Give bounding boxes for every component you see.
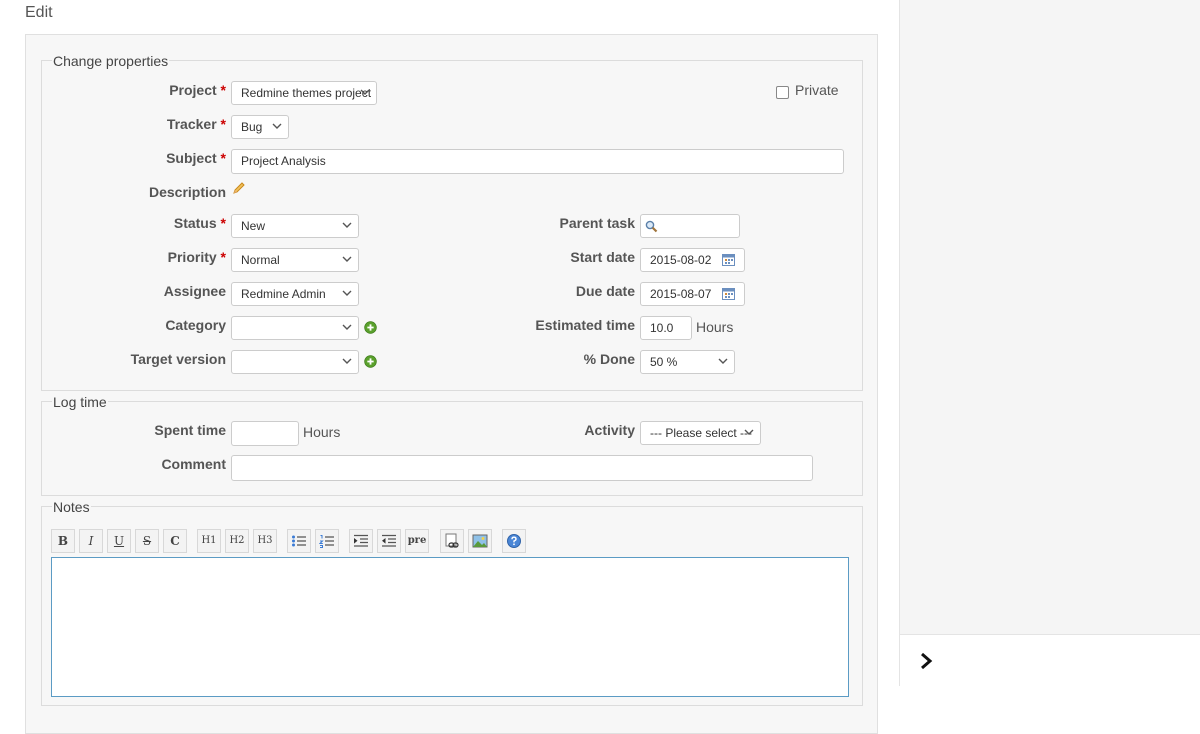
private-checkbox[interactable] xyxy=(776,86,789,99)
chevron-down-icon xyxy=(342,324,352,330)
indent-icon xyxy=(354,534,368,547)
chevron-down-icon xyxy=(342,358,352,364)
unordered-list-button[interactable] xyxy=(287,529,311,553)
outdent-icon xyxy=(382,534,396,547)
done-ratio-label: % Done xyxy=(583,351,635,367)
chevron-right-icon[interactable] xyxy=(919,652,933,670)
tracker-label: Tracker * xyxy=(166,116,226,132)
log-time-legend: Log time xyxy=(52,394,108,410)
chevron-down-icon xyxy=(342,290,352,296)
properties-legend: Change properties xyxy=(52,53,170,69)
status-select[interactable]: New xyxy=(231,214,359,238)
comment-input[interactable] xyxy=(231,455,813,481)
indent-button[interactable] xyxy=(349,529,373,553)
chevron-down-icon xyxy=(718,358,728,364)
spent-time-input[interactable] xyxy=(231,421,299,446)
parent-task-input[interactable] xyxy=(640,214,740,238)
assignee-select[interactable]: Redmine Admin xyxy=(231,282,359,306)
assignee-label: Assignee xyxy=(163,283,226,299)
tracker-select[interactable]: Bug xyxy=(231,115,289,139)
link-button[interactable] xyxy=(440,529,464,553)
status-label: Status * xyxy=(173,215,226,231)
bullet-list-icon xyxy=(292,535,306,547)
ordered-list-button[interactable] xyxy=(315,529,339,553)
project-label: Project * xyxy=(169,82,226,98)
subject-input[interactable]: Project Analysis xyxy=(231,149,844,174)
category-select[interactable] xyxy=(231,316,359,340)
category-label: Category xyxy=(165,317,226,333)
spent-time-label: Spent time xyxy=(154,422,226,438)
spent-time-unit: Hours xyxy=(303,424,341,440)
due-date-label: Due date xyxy=(575,283,635,299)
estimated-time-input[interactable]: 10.0 xyxy=(640,316,692,340)
heading1-button[interactable]: H1 xyxy=(197,529,221,553)
page-title: Edit xyxy=(25,4,53,21)
strikethrough-button[interactable]: S xyxy=(135,529,159,553)
target-version-label: Target version xyxy=(130,351,226,367)
chevron-down-icon xyxy=(342,256,352,262)
heading3-button[interactable]: H3 xyxy=(253,529,277,553)
done-ratio-select[interactable]: 50 % xyxy=(640,350,735,374)
private-label: Private xyxy=(795,82,839,98)
notes-legend: Notes xyxy=(52,499,91,515)
heading2-button[interactable]: H2 xyxy=(225,529,249,553)
start-date-label: Start date xyxy=(570,249,635,265)
link-icon xyxy=(445,533,459,548)
calendar-icon[interactable] xyxy=(722,288,735,300)
estimated-time-unit: Hours xyxy=(696,319,734,335)
sidebar xyxy=(899,0,1200,686)
target-version-select[interactable] xyxy=(231,350,359,374)
chevron-down-icon xyxy=(360,89,370,95)
chevron-down-icon xyxy=(342,222,352,228)
underline-button[interactable]: U xyxy=(107,529,131,553)
add-category-icon[interactable] xyxy=(364,321,377,334)
description-label: Description xyxy=(148,184,226,200)
italic-button[interactable]: I xyxy=(79,529,103,553)
due-date-input[interactable]: 2015-08-07 xyxy=(640,282,745,306)
start-date-input[interactable]: 2015-08-02 xyxy=(640,248,745,272)
parent-task-label: Parent task xyxy=(559,215,635,231)
activity-select[interactable]: --- Please select --- xyxy=(640,421,761,445)
numbered-list-icon xyxy=(318,535,334,548)
image-button[interactable] xyxy=(468,529,492,553)
chevron-down-icon xyxy=(744,429,754,435)
add-version-icon[interactable] xyxy=(364,355,377,368)
sidebar-footer xyxy=(900,634,1200,686)
notes-textarea[interactable] xyxy=(51,557,849,697)
log-time-fieldset xyxy=(41,401,863,496)
help-button[interactable] xyxy=(502,529,526,553)
pencil-edit-icon[interactable] xyxy=(232,181,246,195)
calendar-icon[interactable] xyxy=(722,254,735,266)
bold-button[interactable]: B xyxy=(51,529,75,553)
priority-select[interactable]: Normal xyxy=(231,248,359,272)
project-select[interactable]: Redmine themes project xyxy=(231,81,377,105)
chevron-down-icon xyxy=(272,123,282,129)
outdent-button[interactable] xyxy=(377,529,401,553)
inline-code-button[interactable]: C xyxy=(163,529,187,553)
help-icon xyxy=(507,534,521,548)
comment-label: Comment xyxy=(161,456,226,472)
magnifier-icon xyxy=(645,220,658,233)
estimated-time-label: Estimated time xyxy=(535,317,635,333)
priority-label: Priority * xyxy=(167,249,226,265)
subject-label: Subject * xyxy=(166,150,226,166)
activity-label: Activity xyxy=(584,422,635,438)
preformatted-button[interactable]: pre xyxy=(405,529,429,553)
image-icon xyxy=(472,534,488,548)
